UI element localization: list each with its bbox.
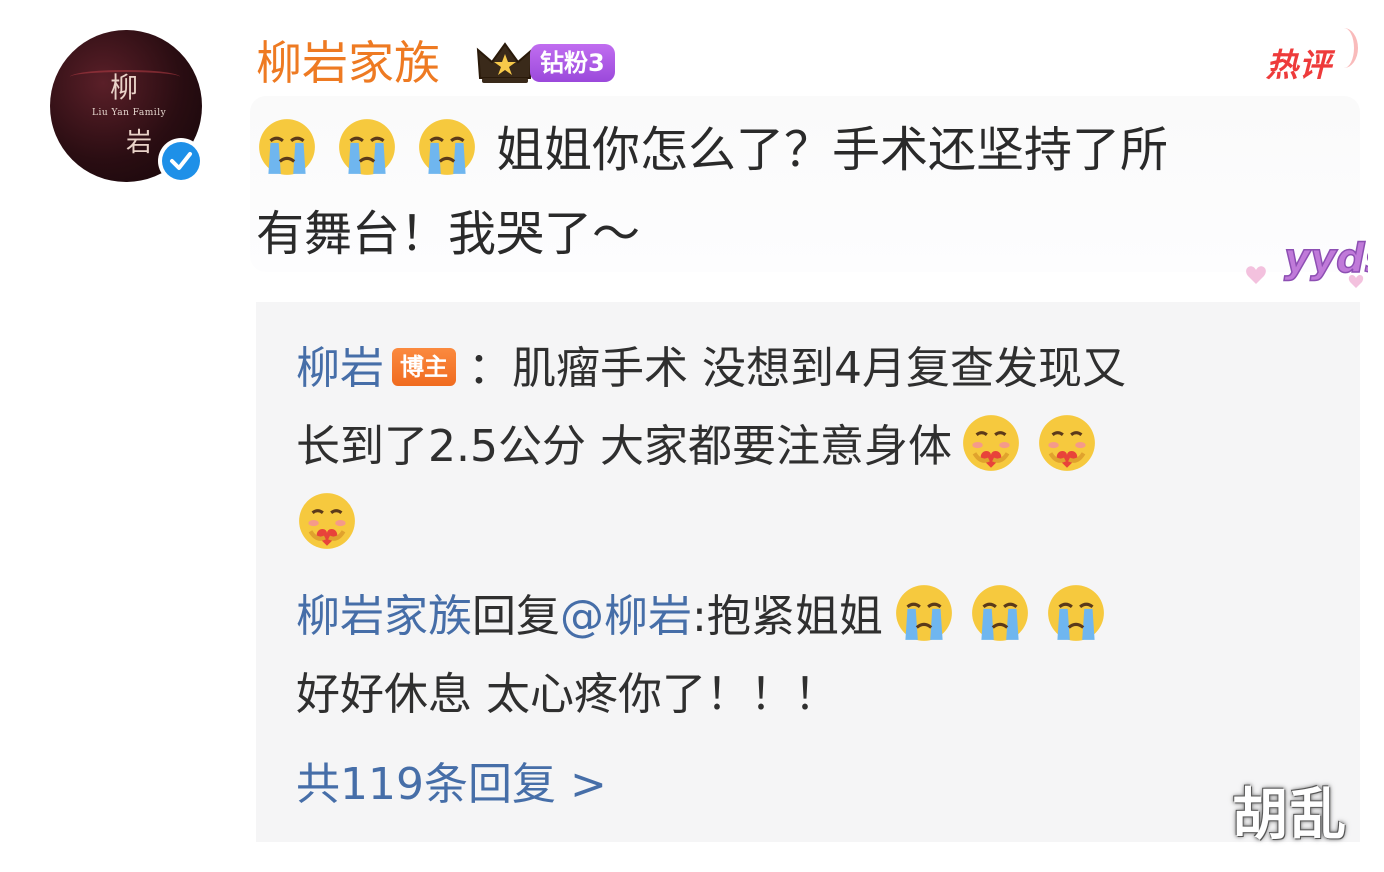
reply-item: 柳岩家族回复@柳岩:抱紧姐姐 好好休息 太心疼你了！！！ (296, 578, 1336, 734)
reply-word: 回复 (472, 591, 560, 642)
verified-icon (158, 138, 204, 184)
watermark: 胡乱 (1232, 783, 1348, 848)
hug-emoji-icon (1039, 415, 1095, 471)
view-all-replies-link[interactable]: 共119条回复 > (296, 752, 607, 818)
avatar-subtitle: Liu Yan Family (92, 108, 167, 118)
hot-comment-badge: 热评 (1266, 46, 1333, 84)
comment-line-1: 姐姐你怎么了？手术还坚持了所 (496, 122, 1169, 178)
yyds-sticker: yyds (1238, 232, 1384, 302)
crying-emoji-icon (419, 119, 475, 175)
blogger-badge: 博主 (392, 348, 456, 386)
comment-username[interactable]: 柳岩家族 (256, 34, 440, 92)
comment-line-2: 有舞台！我哭了～ (256, 206, 641, 262)
reply-item: 柳岩 博主 ：肌瘤手术 没想到4月复查发现又 长到了2.5公分 大家都要注意身体 (296, 330, 1336, 564)
crying-emoji-icon (1047, 585, 1104, 641)
hug-emoji-icon (299, 493, 355, 549)
fan-level-badge: 钻粉3 (530, 44, 615, 82)
hug-emoji-icon (963, 415, 1019, 471)
reply-text-line-1: :抱紧姐姐 (692, 591, 883, 642)
avatar-char-bottom: 岩 (126, 128, 153, 158)
crying-emoji-icon (895, 585, 952, 641)
reply-author[interactable]: 柳岩家族 (296, 591, 472, 642)
reply-mention[interactable]: @柳岩 (560, 591, 692, 642)
comment-text: 姐姐你怎么了？手术还坚持了所 有舞台！我哭了～ (256, 108, 1336, 276)
avatar-char-top: 柳 (110, 71, 139, 104)
crying-emoji-icon (339, 119, 395, 175)
yyds-sticker-text: yyds (1284, 236, 1368, 282)
reply-text-line-2: 长到了2.5公分 大家都要注意身体 (296, 421, 952, 472)
reply-author[interactable]: 柳岩 (296, 343, 384, 394)
reply-text-line-1: ：肌瘤手术 没想到4月复查发现又 (468, 343, 1126, 394)
crown-icon (474, 38, 536, 90)
comment-card: 柳 Liu Yan Family 岩 柳岩家族 钻粉3 热评 姐姐你怎么了？手术… (0, 0, 1384, 872)
reply-text-line-2: 好好休息 太心疼你了！！！ (296, 669, 838, 720)
hot-flourish-decoration (1330, 28, 1358, 68)
crying-emoji-icon (971, 585, 1028, 641)
crying-emoji-icon (259, 119, 315, 175)
